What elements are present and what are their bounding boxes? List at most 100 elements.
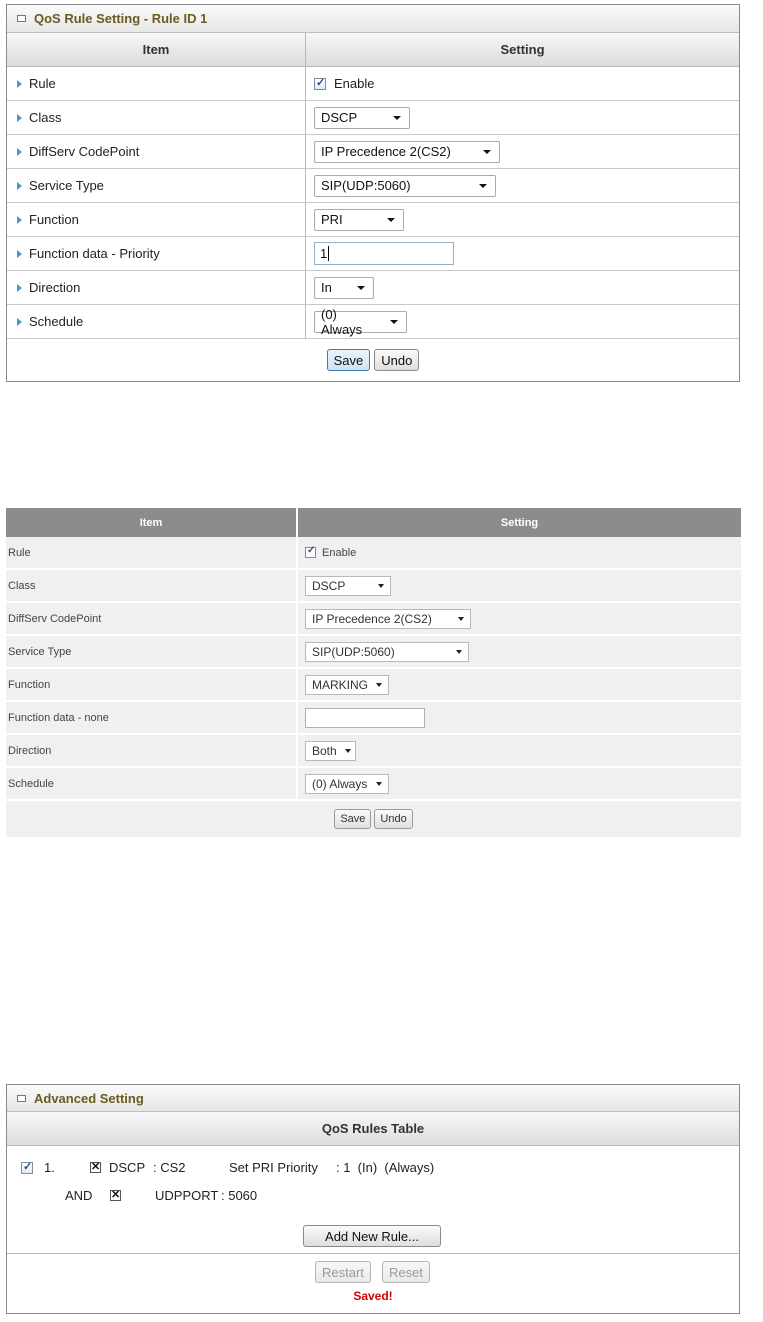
row-label: Class — [29, 110, 62, 125]
undo-button[interactable]: Undo — [374, 809, 413, 829]
row-label: DiffServ CodePoint — [29, 144, 140, 159]
row-label: DiffServ CodePoint — [6, 603, 298, 634]
function-select[interactable]: MARKING — [305, 674, 389, 695]
header-item: Item — [7, 33, 306, 66]
row-label: Service Type — [6, 636, 298, 667]
condition-checkbox[interactable] — [110, 1188, 121, 1201]
arrow-right-icon — [17, 317, 22, 326]
rule-entry: 1. DSCP : CS2 Set PRI Priority : 1 (In) … — [7, 1146, 739, 1254]
diffserv-codepoint-select[interactable]: IP Precedence 2(CS2) — [314, 140, 500, 163]
direction-select[interactable]: Both — [305, 740, 356, 761]
row-function: Function MARKING — [6, 669, 741, 702]
rule-action-value: : 1 (In) (Always) — [336, 1160, 435, 1175]
save-button[interactable]: Save — [326, 349, 371, 371]
chevron-down-icon — [390, 319, 398, 324]
function-data-input[interactable] — [305, 707, 425, 728]
diffserv-codepoint-select[interactable]: IP Precedence 2(CS2) — [305, 608, 471, 629]
row-label: Service Type — [29, 178, 104, 193]
chevron-down-icon — [344, 748, 351, 753]
button-bar: Save Undo — [7, 339, 739, 381]
header-setting: Setting — [500, 42, 545, 57]
chevron-down-icon — [393, 115, 401, 120]
rules-table-header: QoS Rules Table — [7, 1112, 739, 1146]
select-value: SIP(UDP:5060) — [312, 644, 395, 659]
qos-rule-setting-panel: QoS Rule Setting - Rule ID 1 Item Settin… — [6, 4, 740, 382]
panel-title: QoS Rule Setting - Rule ID 1 — [34, 11, 208, 26]
chevron-down-icon — [378, 583, 384, 588]
chevron-down-icon — [456, 649, 462, 654]
select-value: (0) Always — [312, 776, 368, 791]
chevron-down-icon — [479, 183, 487, 188]
chevron-down-icon — [483, 149, 491, 154]
class-select[interactable]: DSCP — [314, 106, 410, 129]
row-class: Class DSCP — [7, 101, 739, 135]
row-label: Schedule — [6, 768, 298, 799]
and-label: AND — [65, 1188, 93, 1203]
schedule-select[interactable]: (0) Always — [305, 773, 389, 794]
select-value: PRI — [321, 212, 343, 227]
footer-bar: Restart Reset Saved! — [7, 1254, 739, 1314]
row-label: Function data - Priority — [29, 246, 160, 261]
row-label: Direction — [29, 280, 81, 295]
row-diffserv: DiffServ CodePoint IP Precedence 2(CS2) — [6, 603, 741, 636]
condition-checkbox[interactable] — [90, 1160, 101, 1173]
class-select[interactable]: DSCP — [305, 575, 391, 596]
undo-button[interactable]: Undo — [374, 349, 420, 371]
rule-enable-checkbox[interactable] — [314, 76, 326, 90]
row-class: Class DSCP — [6, 570, 741, 603]
reset-button[interactable]: Reset — [382, 1261, 430, 1283]
condition-2-name: UDPPORT — [155, 1188, 219, 1203]
rule-index: 1. — [44, 1160, 55, 1175]
text-cursor — [328, 246, 330, 261]
chevron-down-icon — [387, 217, 395, 222]
select-value: (0) Always — [321, 306, 363, 337]
service-type-select[interactable]: SIP(UDP:5060) — [314, 174, 496, 197]
row-label: Direction — [6, 735, 298, 766]
status-text: Saved! — [353, 1289, 393, 1303]
panel-square-icon — [17, 15, 26, 22]
header-setting: Setting — [500, 516, 539, 529]
row-rule: Rule Enable — [7, 67, 739, 101]
rules-table-title: QoS Rules Table — [321, 1121, 425, 1136]
direction-select[interactable]: In — [314, 276, 374, 299]
select-value: Both — [312, 743, 337, 758]
row-service-type: Service Type SIP(UDP:5060) — [7, 169, 739, 203]
arrow-right-icon — [17, 113, 22, 122]
panel-square-icon — [17, 1094, 26, 1102]
row-rule: Rule Enable — [6, 537, 741, 570]
chevron-down-icon — [357, 285, 365, 290]
arrow-right-icon — [17, 79, 22, 88]
row-direction: Direction Both — [6, 735, 741, 768]
row-label: Class — [6, 570, 298, 601]
row-function-data: Function data - Priority 1 — [7, 237, 739, 271]
panel-title-bar: Advanced Setting — [7, 1084, 739, 1112]
button-bar: Save Undo — [6, 801, 741, 837]
row-schedule: Schedule (0) Always — [6, 768, 741, 801]
arrow-right-icon — [17, 249, 22, 258]
priority-input[interactable]: 1 — [314, 242, 454, 265]
header-item: Item — [6, 508, 298, 537]
function-select[interactable]: PRI — [314, 208, 404, 231]
qos-rule-setting-panel-flat: Item Setting Rule Enable Class DSCP Diff… — [6, 508, 741, 853]
rule-select-checkbox[interactable] — [21, 1160, 33, 1174]
chevron-down-icon — [376, 781, 382, 786]
schedule-select[interactable]: (0) Always — [314, 307, 407, 337]
arrow-right-icon — [17, 283, 22, 292]
row-schedule: Schedule (0) Always — [7, 305, 739, 339]
table-header: Item Setting — [6, 508, 741, 537]
service-type-select[interactable]: SIP(UDP:5060) — [305, 641, 469, 662]
panel-title-bar: QoS Rule Setting - Rule ID 1 — [7, 5, 739, 33]
arrow-right-icon — [17, 181, 22, 190]
row-function-data: Function data - none — [6, 702, 741, 735]
condition-2-value: : 5060 — [221, 1188, 258, 1203]
row-service-type: Service Type SIP(UDP:5060) — [6, 636, 741, 669]
rule-enable-checkbox[interactable] — [305, 545, 316, 558]
row-diffserv: DiffServ CodePoint IP Precedence 2(CS2) — [7, 135, 739, 169]
restart-button[interactable]: Restart — [315, 1261, 371, 1283]
add-new-rule-button[interactable]: Add New Rule... — [303, 1225, 441, 1247]
save-button[interactable]: Save — [334, 809, 372, 829]
select-value: DSCP — [312, 578, 346, 593]
row-function: Function PRI — [7, 203, 739, 237]
select-value: IP Precedence 2(CS2) — [312, 611, 432, 626]
row-label: Function — [29, 212, 79, 227]
